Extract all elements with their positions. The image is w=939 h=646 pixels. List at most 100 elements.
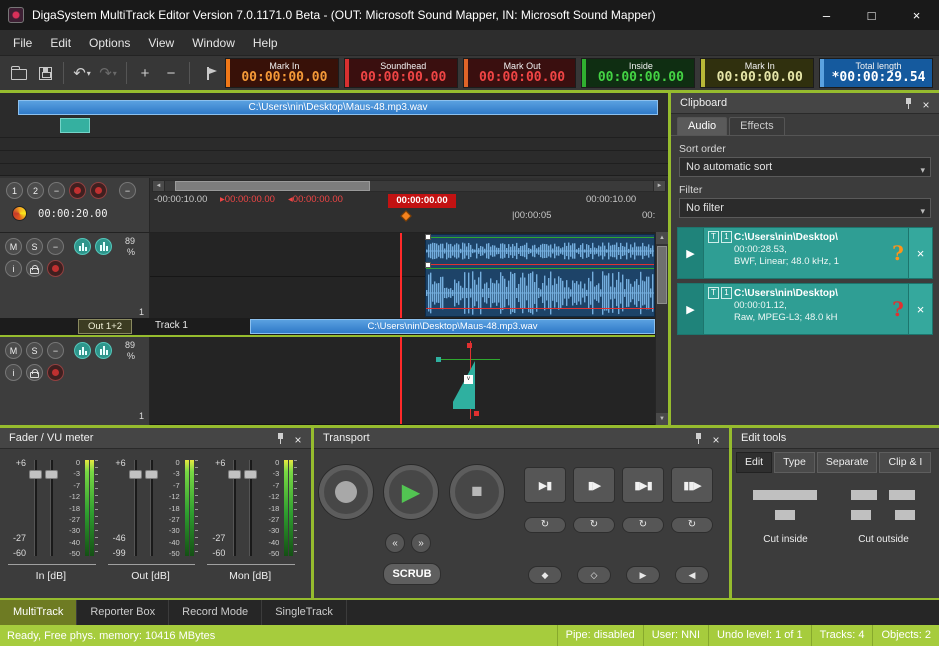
maximize-button[interactable]: □ <box>849 0 894 30</box>
play-button[interactable]: ▶ <box>678 228 704 278</box>
play-button[interactable]: ▶ <box>384 465 438 519</box>
color-wheel-icon[interactable] <box>12 206 27 221</box>
tab-multitrack[interactable]: MultiTrack <box>0 600 77 625</box>
tab-edit[interactable]: Edit <box>736 452 772 473</box>
object-handle[interactable] <box>425 262 431 268</box>
scroll-left-button[interactable]: ◄ <box>152 180 165 192</box>
scroll-down-button[interactable]: ▼ <box>656 413 668 425</box>
object-handle[interactable] <box>425 234 431 240</box>
track-file-bar[interactable]: C:\Users\nin\Desktop\Maus-48.mp3.wav <box>250 319 655 334</box>
record-enable-button[interactable] <box>47 260 64 277</box>
play-to-mark-button[interactable]: ▶▮ <box>524 467 566 503</box>
rewind-button[interactable]: « <box>385 533 405 553</box>
tab-record-mode[interactable]: Record Mode <box>169 600 262 625</box>
horizontal-scrollbar[interactable]: ◄ ► <box>152 180 666 192</box>
info-button[interactable]: i <box>5 364 22 381</box>
track-2-lane[interactable]: v <box>150 337 655 425</box>
pin-icon[interactable] <box>904 98 913 109</box>
vertical-scrollbar[interactable]: ▲ ▼ <box>655 232 668 425</box>
close-icon[interactable]: × <box>919 95 933 111</box>
undo-button[interactable]: ↶▾ <box>69 60 95 86</box>
envelope-point[interactable] <box>467 343 472 348</box>
loop-button[interactable]: ↻ <box>573 517 615 533</box>
loop-button[interactable]: ↻ <box>622 517 664 533</box>
tab-type[interactable]: Type <box>774 452 815 473</box>
redo-button[interactable]: ↷▾ <box>95 60 121 86</box>
forward-button[interactable]: » <box>411 533 431 553</box>
loop-button[interactable]: ↻ <box>671 517 713 533</box>
clipboard-item[interactable]: ▶ T 1 C:\Users\nin\Desktop\ 00:00:28.53,… <box>677 227 933 279</box>
play-button[interactable]: ▶ <box>678 284 704 334</box>
sort-order-select[interactable]: No automatic sort ▾ <box>679 157 931 177</box>
track-group-1-button[interactable]: 1 <box>6 182 23 199</box>
envelope-line-green[interactable] <box>426 268 654 269</box>
output-routing-button[interactable]: Out 1+2 <box>78 319 132 334</box>
soundhead-diamond-marker[interactable] <box>400 210 411 221</box>
lock-button[interactable] <box>26 364 43 381</box>
track-group-2-button[interactable]: 2 <box>27 182 44 199</box>
fader-handle[interactable] <box>45 470 58 479</box>
lock-button[interactable] <box>26 260 43 277</box>
envelope-line-green[interactable] <box>426 237 654 238</box>
play-from-mark-button[interactable]: ▮▶ <box>573 467 615 503</box>
close-icon[interactable]: × <box>291 430 305 446</box>
collapse-button[interactable]: − <box>47 238 64 255</box>
scrollbar-thumb[interactable] <box>175 181 370 191</box>
playhead-cursor[interactable] <box>400 233 402 318</box>
remove-button[interactable]: − <box>119 182 136 199</box>
add-marker-button[interactable]: ◆ <box>528 566 562 584</box>
pin-icon[interactable] <box>276 433 285 444</box>
save-button[interactable] <box>32 60 58 86</box>
open-button[interactable] <box>6 60 32 86</box>
marker-button[interactable]: ◇ <box>577 566 611 584</box>
envelope-line-red[interactable] <box>426 308 654 309</box>
fader-handle[interactable] <box>244 470 257 479</box>
meter-left-button[interactable] <box>74 238 91 255</box>
meter-right-button[interactable] <box>95 342 112 359</box>
mute-button[interactable]: M <box>5 238 22 255</box>
project-overview[interactable]: C:\Users\nin\Desktop\Maus-48.mp3.wav <box>0 93 668 176</box>
record-arm-2-button[interactable] <box>90 182 107 199</box>
soundhead-position[interactable]: 00:00:00.00 <box>388 194 456 208</box>
tab-separate[interactable]: Separate <box>817 452 878 473</box>
tab-singletrack[interactable]: SingleTrack <box>262 600 347 625</box>
scrollbar-thumb[interactable] <box>657 246 667 304</box>
timeline-ruler[interactable]: ◄ ► -00:00:10.00 ▸00:00:00.00 ◂00:00:00.… <box>150 178 668 232</box>
tab-audio[interactable]: Audio <box>677 117 727 135</box>
stop-button[interactable]: ■ <box>450 465 504 519</box>
minimize-button[interactable]: – <box>804 0 849 30</box>
menu-help[interactable]: Help <box>244 32 287 54</box>
scroll-right-button[interactable]: ► <box>653 180 666 192</box>
record-button[interactable] <box>319 465 373 519</box>
audio-object[interactable] <box>425 234 655 317</box>
meter-left-button[interactable] <box>74 342 91 359</box>
next-marker-button[interactable]: ▶ <box>626 566 660 584</box>
menu-window[interactable]: Window <box>183 32 244 54</box>
menu-file[interactable]: File <box>4 32 41 54</box>
fader-handle[interactable] <box>145 470 158 479</box>
tab-reporter-box[interactable]: Reporter Box <box>77 600 169 625</box>
solo-button[interactable]: S <box>26 238 43 255</box>
menu-edit[interactable]: Edit <box>41 32 80 54</box>
menu-options[interactable]: Options <box>80 32 139 54</box>
cut-inside-tool[interactable]: Cut inside <box>738 482 833 582</box>
record-enable-button[interactable] <box>47 364 64 381</box>
playhead-cursor[interactable] <box>400 337 402 424</box>
overview-audio-segment[interactable] <box>60 118 90 133</box>
mute-button[interactable]: M <box>5 342 22 359</box>
menu-view[interactable]: View <box>139 32 183 54</box>
marker-button[interactable] <box>195 60 221 86</box>
fader-handle[interactable] <box>129 470 142 479</box>
envelope-line-red[interactable] <box>426 264 654 265</box>
fader-handle[interactable] <box>29 470 42 479</box>
remove-item-button[interactable]: × <box>908 284 932 334</box>
record-arm-button[interactable] <box>69 182 86 199</box>
track-name[interactable]: Track 1 <box>155 320 188 331</box>
pin-icon[interactable] <box>694 433 703 444</box>
remove-item-button[interactable]: × <box>908 228 932 278</box>
scroll-up-button[interactable]: ▲ <box>656 232 668 244</box>
envelope-point[interactable] <box>436 357 441 362</box>
zoom-in-button[interactable]: + <box>132 60 158 86</box>
play-selection-button[interactable]: ▮▮▶ <box>671 467 713 503</box>
tab-effects[interactable]: Effects <box>729 117 784 135</box>
